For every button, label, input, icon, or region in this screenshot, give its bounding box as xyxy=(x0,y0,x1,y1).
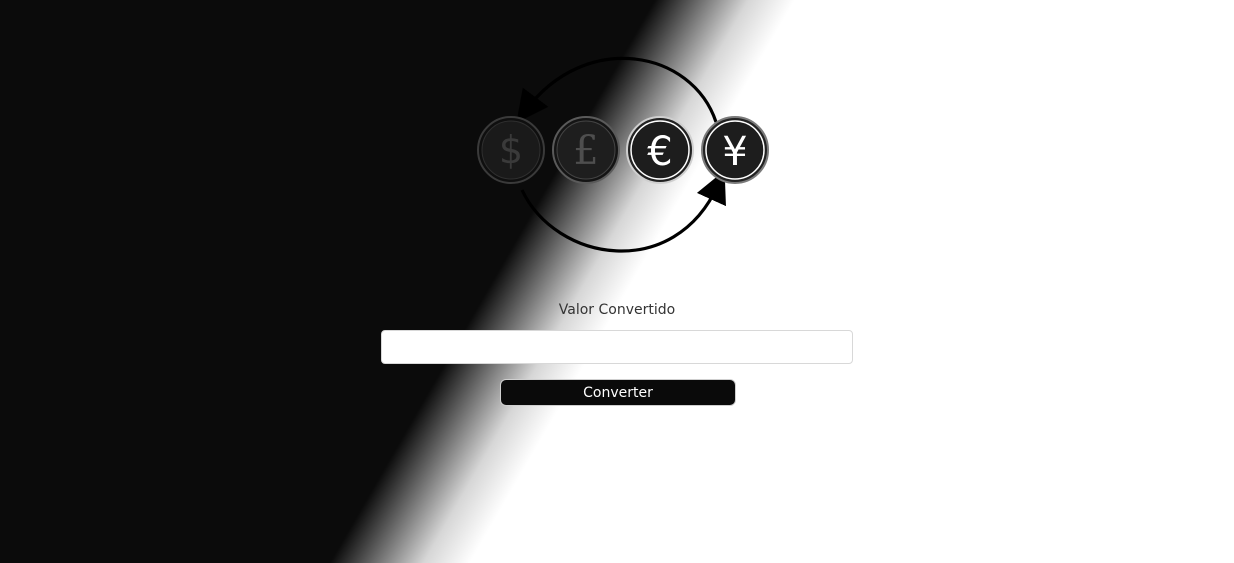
converted-value-label: Valor Convertido xyxy=(558,302,676,318)
dollar-symbol: $ xyxy=(499,128,523,172)
convert-button[interactable]: Converter xyxy=(500,379,736,406)
pound-coin-icon: £ xyxy=(552,116,620,184)
yen-coin-icon: ¥ xyxy=(701,116,769,184)
dollar-coin-icon: $ xyxy=(477,116,545,184)
currency-exchange-logo: $ £ € ¥ xyxy=(468,30,778,270)
yen-symbol: ¥ xyxy=(722,129,747,175)
pound-symbol: £ xyxy=(573,128,598,174)
euro-coin-icon: € xyxy=(626,116,694,184)
converted-value-field[interactable] xyxy=(381,330,853,364)
euro-symbol: € xyxy=(647,129,672,175)
exchange-arrow-bottom xyxy=(520,170,726,253)
page-background: $ £ € ¥ Valor Convertido Converter xyxy=(0,0,1234,563)
exchange-arrow-top xyxy=(516,56,718,123)
